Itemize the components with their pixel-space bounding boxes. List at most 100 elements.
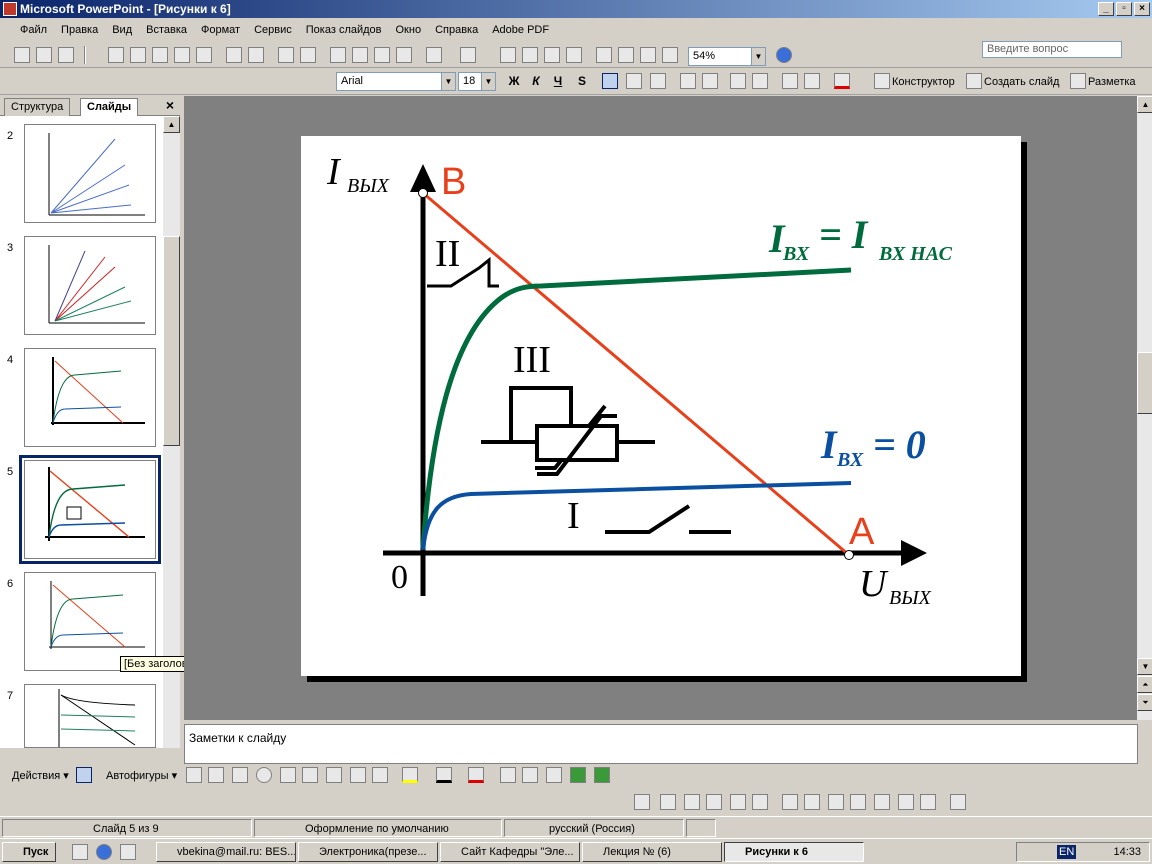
menu-insert[interactable]: Вставка xyxy=(139,19,194,41)
minimize-button[interactable]: _ xyxy=(1098,2,1114,16)
hyperlink-icon[interactable] xyxy=(566,47,582,63)
bold-button[interactable]: Ж xyxy=(504,71,524,91)
diagram-icon[interactable] xyxy=(326,767,342,783)
numbering-icon[interactable] xyxy=(680,73,696,89)
email-icon[interactable] xyxy=(196,47,212,63)
menu-file[interactable]: Файл xyxy=(0,19,54,41)
reset-picture-icon[interactable] xyxy=(950,794,966,810)
dash-style-icon[interactable] xyxy=(522,767,538,783)
show-formatting-icon[interactable] xyxy=(618,47,634,63)
select-pointer-icon[interactable] xyxy=(76,767,92,783)
language-indicator[interactable]: EN xyxy=(1057,845,1077,859)
tab-outline[interactable]: Структура xyxy=(4,98,71,116)
pdf-email-icon[interactable] xyxy=(58,47,74,63)
wordart-icon[interactable] xyxy=(302,767,318,783)
line-color-icon[interactable] xyxy=(436,767,452,783)
fill-color-icon[interactable] xyxy=(402,767,418,783)
color-grayscale-icon[interactable] xyxy=(662,47,678,63)
preview-icon[interactable] xyxy=(248,47,264,63)
clipart-icon[interactable] xyxy=(350,767,366,783)
more-brightness-icon[interactable] xyxy=(730,794,746,810)
layout-button[interactable]: Разметка xyxy=(1088,74,1136,90)
scroll-down-icon[interactable]: ▼ xyxy=(1137,658,1152,675)
new-slide-button[interactable]: Создать слайд xyxy=(984,74,1059,90)
new-icon[interactable] xyxy=(108,47,124,63)
rectangle-icon[interactable] xyxy=(232,767,248,783)
canvas-scrollbar[interactable]: ▲ ▼ ⏶ ⏷ xyxy=(1137,96,1152,720)
slide-thumb-7[interactable] xyxy=(24,684,156,748)
chart-icon[interactable] xyxy=(500,47,516,63)
help-icon[interactable] xyxy=(776,47,792,63)
decrease-indent-icon[interactable] xyxy=(782,73,798,89)
arrow-style-icon[interactable] xyxy=(546,767,562,783)
cut-icon[interactable] xyxy=(330,47,346,63)
next-slide-icon[interactable]: ⏷ xyxy=(1137,694,1152,711)
research-icon[interactable] xyxy=(300,47,316,63)
align-right-icon[interactable] xyxy=(650,73,666,89)
shadow-style-icon[interactable] xyxy=(570,767,586,783)
tables-borders-icon[interactable] xyxy=(544,47,560,63)
task-figures[interactable]: Рисунки к 6 xyxy=(724,842,864,862)
crop-icon[interactable] xyxy=(782,794,798,810)
paste-icon[interactable] xyxy=(374,47,390,63)
picture-icon[interactable] xyxy=(372,767,388,783)
font-size-select[interactable]: 18 ▼ xyxy=(458,72,496,91)
set-transparent-icon[interactable] xyxy=(920,794,936,810)
menu-help[interactable]: Справка xyxy=(428,19,485,41)
slide-thumb-4[interactable] xyxy=(24,348,156,447)
slide[interactable]: I ВЫХ U ВЫХ 0 B A II III I I ВХ = I ВХ Н… xyxy=(301,136,1021,676)
menu-adobe-pdf[interactable]: Adobe PDF xyxy=(485,19,556,41)
shrink-font-icon[interactable] xyxy=(752,73,768,89)
align-center-icon[interactable] xyxy=(626,73,642,89)
slide-thumb-5[interactable] xyxy=(19,455,161,564)
task-mail[interactable]: vbekina@mail.ru: BES... xyxy=(156,842,296,862)
less-brightness-icon[interactable] xyxy=(752,794,768,810)
more-contrast-icon[interactable] xyxy=(684,794,700,810)
close-icon[interactable]: × xyxy=(166,97,174,113)
line-style-icon[interactable] xyxy=(828,794,844,810)
arrow-icon[interactable] xyxy=(208,767,224,783)
pdf-convert-icon[interactable] xyxy=(36,47,52,63)
grow-font-icon[interactable] xyxy=(730,73,746,89)
format-painter-icon[interactable] xyxy=(396,47,412,63)
actions-menu[interactable]: Действия ▾ xyxy=(12,768,69,784)
menu-edit[interactable]: Правка xyxy=(54,19,105,41)
recolor-icon[interactable] xyxy=(874,794,890,810)
panel-scrollbar[interactable]: ▲ xyxy=(163,116,180,748)
align-left-icon[interactable] xyxy=(602,73,618,89)
scroll-thumb[interactable] xyxy=(163,236,180,446)
tab-slides[interactable]: Слайды xyxy=(80,98,139,116)
insert-picture-icon[interactable] xyxy=(634,794,650,810)
autoshapes-menu[interactable]: Автофигуры ▾ xyxy=(106,768,177,784)
increase-indent-icon[interactable] xyxy=(804,73,820,89)
oval-icon[interactable] xyxy=(256,767,272,783)
open-icon[interactable] xyxy=(130,47,146,63)
table-icon[interactable] xyxy=(522,47,538,63)
redo-icon[interactable] xyxy=(460,47,476,63)
menu-view[interactable]: Вид xyxy=(105,19,139,41)
slide-thumb-2[interactable] xyxy=(24,124,156,223)
designer-button[interactable]: Конструктор xyxy=(892,74,955,90)
compress-icon[interactable] xyxy=(850,794,866,810)
notes-pane[interactable]: Заметки к слайду xyxy=(184,724,1138,764)
font-color-icon[interactable] xyxy=(468,767,484,783)
less-contrast-icon[interactable] xyxy=(706,794,722,810)
task-electronics[interactable]: Электроника(презе... xyxy=(298,842,438,862)
scroll-thumb[interactable] xyxy=(1137,352,1152,414)
font-color-icon[interactable] xyxy=(834,73,850,89)
zoom-select[interactable]: 54% ▼ xyxy=(688,47,766,66)
permission-icon[interactable] xyxy=(174,47,190,63)
print-icon[interactable] xyxy=(226,47,242,63)
shadow-button[interactable]: S xyxy=(572,71,592,91)
maximize-button[interactable]: ▫ xyxy=(1116,2,1132,16)
ie-icon[interactable] xyxy=(96,844,112,860)
pdf-icon[interactable] xyxy=(14,47,30,63)
spelling-icon[interactable] xyxy=(278,47,294,63)
task-lecture[interactable]: Лекция № (6) xyxy=(582,842,722,862)
start-button[interactable]: Пуск xyxy=(2,842,56,862)
textbox-icon[interactable] xyxy=(280,767,296,783)
format-picture-icon[interactable] xyxy=(898,794,914,810)
copy-icon[interactable] xyxy=(352,47,368,63)
menu-format[interactable]: Формат xyxy=(194,19,247,41)
bullets-icon[interactable] xyxy=(702,73,718,89)
